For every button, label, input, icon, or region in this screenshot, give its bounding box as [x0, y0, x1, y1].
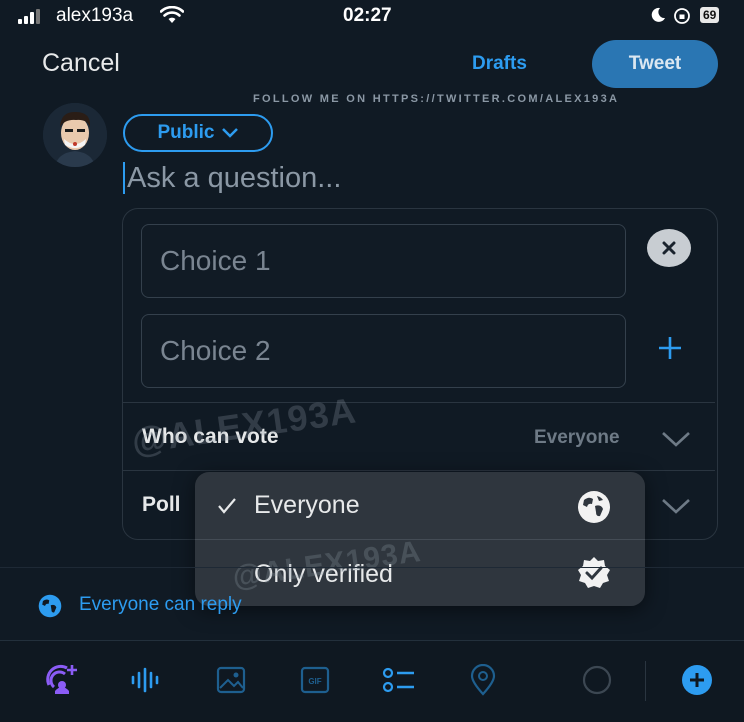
poll-length-label: Poll — [142, 493, 181, 516]
question-input[interactable]: Ask a question... — [127, 162, 341, 195]
compose-screen: alex193a 02:27 69 Cancel Drafts Tweet FO… — [0, 0, 744, 722]
choice-1-placeholder: Choice 1 — [160, 245, 271, 276]
wifi-icon — [160, 6, 184, 23]
tweet-button-label: Tweet — [628, 53, 682, 74]
globe-icon — [38, 594, 62, 618]
plus-icon — [659, 337, 681, 359]
who-can-vote-value: Everyone — [534, 427, 620, 448]
image-icon[interactable] — [214, 663, 248, 697]
poll-icon[interactable] — [382, 663, 416, 697]
avatar[interactable] — [43, 103, 107, 167]
choice-2-input[interactable]: Choice 2 — [141, 314, 626, 388]
checkmark-icon — [218, 498, 236, 514]
voice-icon[interactable] — [128, 663, 162, 697]
location-icon[interactable] — [466, 663, 500, 697]
toolbar-divider — [645, 661, 646, 701]
moon-icon — [651, 7, 665, 22]
drafts-button[interactable]: Drafts — [472, 53, 527, 75]
audience-label: Public — [157, 122, 215, 143]
orientation-lock-icon — [674, 8, 690, 24]
chevron-down-icon — [221, 128, 238, 138]
watermark-text: FOLLOW ME ON HTTPS://TWITTER.COM/ALEX193… — [253, 93, 620, 105]
avatar-image — [43, 103, 107, 167]
chevron-down-icon — [662, 432, 690, 447]
reply-settings-label: Everyone can reply — [79, 594, 242, 615]
audience-selector[interactable]: Public — [123, 114, 273, 152]
text-cursor — [123, 162, 125, 194]
chevron-down-icon — [662, 499, 690, 514]
status-bar: alex193a 02:27 69 — [0, 0, 744, 34]
choice-1-input[interactable]: Choice 1 — [141, 224, 626, 298]
cancel-button[interactable]: Cancel — [42, 49, 120, 78]
svg-text:GIF: GIF — [308, 677, 321, 686]
carrier-name: alex193a — [56, 5, 134, 26]
gif-icon[interactable]: GIF — [298, 663, 332, 697]
close-icon — [662, 241, 676, 255]
clock: 02:27 — [343, 5, 392, 26]
tweet-button[interactable]: Tweet — [592, 40, 718, 88]
reply-settings-button[interactable]: Everyone can reply — [38, 590, 338, 622]
option-everyone[interactable]: Everyone — [195, 472, 645, 539]
char-count-ring — [580, 663, 614, 697]
option-everyone-label: Everyone — [254, 491, 360, 519]
globe-icon — [578, 491, 610, 523]
compose-toolbar: GIF — [0, 640, 744, 722]
add-choice-button[interactable] — [657, 333, 683, 367]
verified-badge-icon — [578, 557, 610, 588]
signal-icon — [18, 8, 40, 24]
spaces-icon[interactable] — [45, 663, 79, 697]
section-divider — [0, 567, 744, 568]
add-thread-icon[interactable] — [680, 663, 714, 697]
remove-poll-button[interactable] — [647, 229, 691, 267]
battery-indicator: 69 — [700, 7, 720, 23]
choice-2-placeholder: Choice 2 — [160, 335, 271, 366]
question-placeholder: Ask a question... — [127, 162, 342, 194]
